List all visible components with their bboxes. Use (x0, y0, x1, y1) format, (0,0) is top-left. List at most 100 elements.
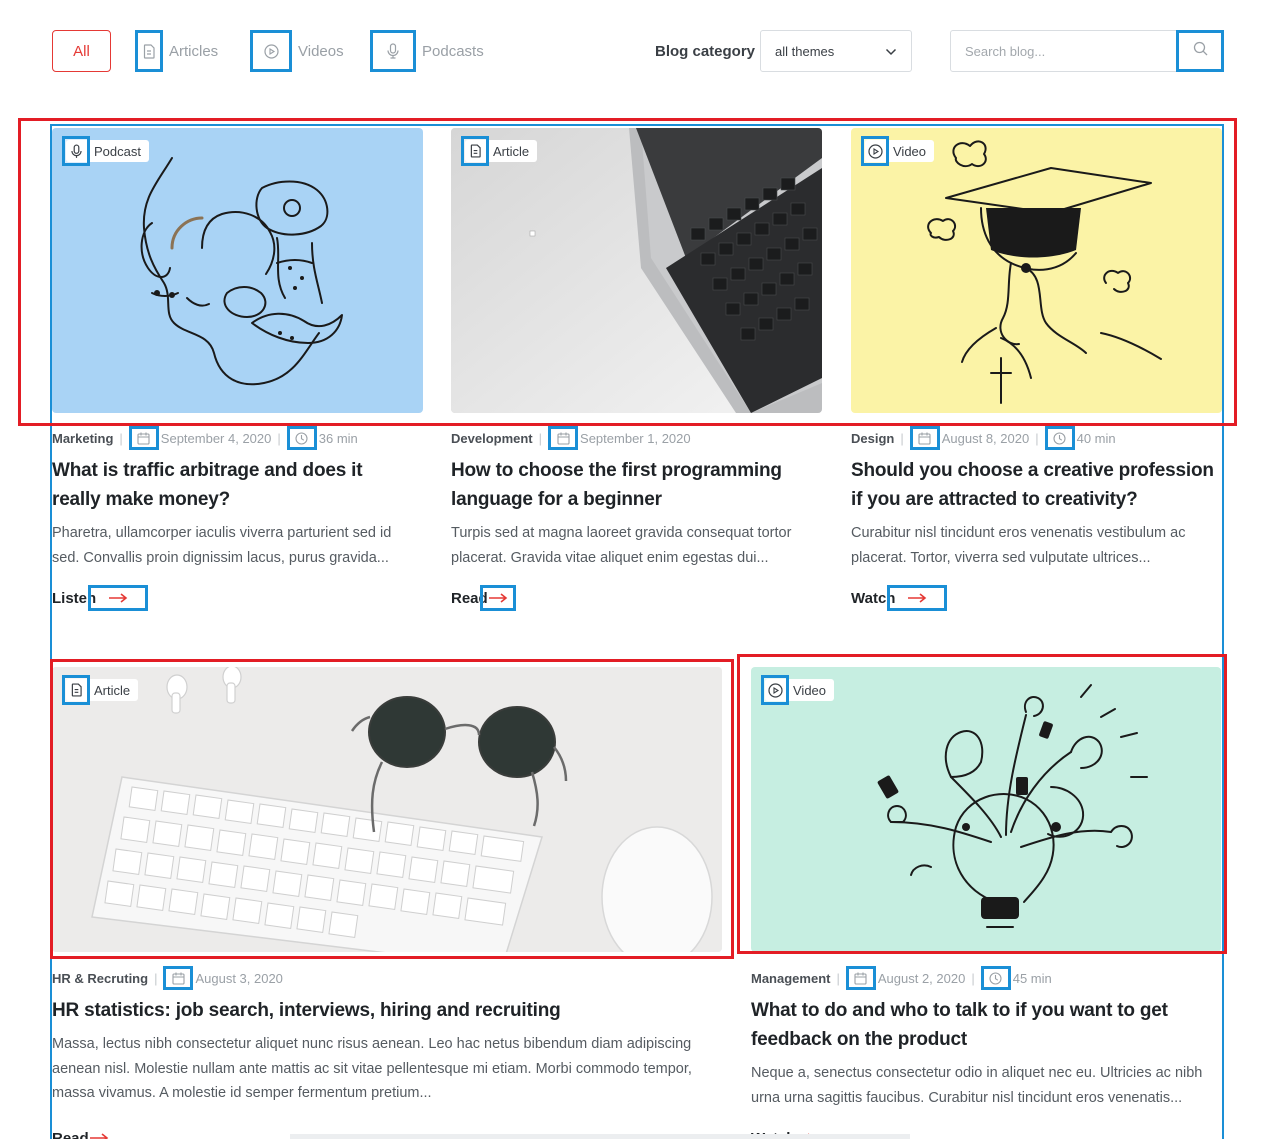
type-badge: Podcast (62, 136, 149, 166)
card-image[interactable]: Video (751, 667, 1221, 952)
search-box (950, 30, 1224, 72)
search-input[interactable] (951, 31, 1175, 71)
lightbulb-line-art (877, 684, 1148, 928)
card-date: August 2, 2020 (877, 970, 966, 986)
card-excerpt: Neque a, senectus consectetur odio in al… (751, 1065, 1203, 1106)
type-badge-label: Article (94, 682, 131, 698)
blog-category-select[interactable]: all themes (760, 30, 912, 72)
blog-card[interactable]: Podcast Marketing | September 4, 2020 | … (52, 128, 424, 628)
card-date: September 1, 2020 (580, 430, 691, 446)
card-meta: Marketing | September 4, 2020 | 36 min (52, 426, 358, 450)
clock-icon (1044, 426, 1075, 450)
card-date: August 3, 2020 (195, 970, 283, 986)
card-image[interactable]: Video (851, 128, 1222, 413)
clock-icon (286, 426, 317, 450)
card-meta: Management | August 2, 2020 | 45 min (751, 966, 1052, 990)
card-date: August 8, 2020 (941, 430, 1030, 446)
card-excerpt: Massa, lectus nibh consectetur aliquet n… (52, 1036, 692, 1101)
card-cta-link[interactable]: Read (451, 585, 516, 611)
card-image[interactable]: Article (451, 128, 822, 413)
card-title[interactable]: Should you choose a creative profession … (851, 456, 1219, 514)
face-line-art (140, 157, 343, 386)
card-cta-link[interactable]: Listen (52, 585, 149, 611)
meta-separator: | (971, 970, 975, 986)
meta-separator: | (538, 430, 543, 446)
type-badge: Article (62, 675, 139, 705)
play-circle-icon (861, 136, 889, 166)
calendar-icon (548, 426, 579, 450)
filter-bar: All Articles Videos Podcasts Blog catego… (52, 30, 1224, 72)
card-cta-link[interactable]: Watch (851, 585, 948, 611)
arrow-right-icon (88, 585, 149, 611)
document-icon (461, 136, 489, 166)
blog-card[interactable]: Video Design | August 8, 2020 | 40 min S… (851, 128, 1223, 628)
blog-card[interactable]: Article HR & Recruting | August 3, 2020 … (52, 667, 724, 1139)
scroll-fade (290, 1134, 910, 1139)
card-excerpt: Curabitur nisl tincidunt eros venenatis … (851, 525, 1186, 566)
card-category[interactable]: HR & Recruting (52, 971, 148, 986)
meta-separator: | (1035, 430, 1039, 446)
card-image[interactable]: Podcast (52, 128, 423, 413)
microphone-icon (62, 136, 90, 166)
type-badge-label: Video (893, 143, 927, 159)
document-icon (62, 675, 90, 705)
card-category[interactable]: Design (851, 431, 894, 446)
filter-podcasts-tab[interactable]: Podcasts (370, 30, 484, 72)
blog-category-value: all themes (775, 43, 835, 59)
type-badge: Video (861, 136, 935, 166)
laptop-photo (451, 128, 822, 413)
arrow-right-icon (887, 585, 948, 611)
card-date: September 4, 2020 (160, 430, 272, 446)
meta-separator: | (277, 430, 281, 446)
meta-separator: | (900, 430, 904, 446)
card-image[interactable]: Article (52, 667, 722, 952)
type-badge-label: Article (493, 143, 530, 159)
blog-category-label: Blog category (655, 42, 756, 60)
type-badge: Article (461, 136, 538, 166)
microphone-icon (370, 30, 416, 72)
card-duration: 45 min (1012, 970, 1052, 986)
card-duration: 36 min (318, 430, 358, 446)
card-category[interactable]: Development (451, 431, 533, 446)
keyboard-photo (52, 667, 722, 952)
type-badge: Video (761, 675, 835, 705)
meta-separator: | (119, 430, 123, 446)
filter-all-button[interactable]: All (52, 30, 111, 72)
search-button[interactable] (1176, 30, 1224, 72)
document-icon (135, 30, 163, 72)
blog-card[interactable]: Video Management | August 2, 2020 | 45 m… (751, 667, 1223, 1139)
card-title[interactable]: HR statistics: job search, interviews, h… (52, 996, 712, 1025)
card-excerpt: Turpis sed at magna laoreet gravida cons… (451, 525, 792, 566)
card-title[interactable]: How to choose the first programming lang… (451, 456, 811, 514)
card-meta: Design | August 8, 2020 | 40 min (851, 426, 1116, 450)
filter-articles-label: Articles (169, 42, 219, 60)
filter-videos-label: Videos (298, 42, 344, 60)
blog-card[interactable]: Article Development | September 1, 2020 … (451, 128, 823, 628)
play-circle-icon (250, 30, 292, 72)
calendar-icon (163, 966, 194, 990)
meta-separator: | (836, 970, 840, 986)
calendar-icon (128, 426, 159, 450)
filter-articles-tab[interactable]: Articles (135, 30, 218, 72)
arrow-right-icon (479, 585, 516, 611)
card-title[interactable]: What is traffic arbitrage and does it re… (52, 456, 412, 514)
card-title[interactable]: What to do and who to talk to if you wan… (751, 996, 1211, 1054)
card-meta: HR & Recruting | August 3, 2020 (52, 966, 283, 990)
filter-videos-tab[interactable]: Videos (250, 30, 344, 72)
filter-podcasts-label: Podcasts (422, 42, 484, 60)
card-category[interactable]: Marketing (52, 431, 113, 446)
card-cta-link[interactable]: Read (52, 1125, 117, 1139)
calendar-icon (909, 426, 940, 450)
card-meta: Development | September 1, 2020 (451, 426, 691, 450)
arrow-right-icon (81, 1125, 117, 1139)
meta-separator: | (154, 970, 158, 986)
card-duration: 40 min (1076, 430, 1116, 446)
card-category[interactable]: Management (751, 971, 830, 986)
search-icon (1193, 41, 1208, 61)
play-circle-icon (761, 675, 789, 705)
chevron-down-icon (885, 44, 897, 59)
type-badge-label: Podcast (94, 143, 141, 159)
card-excerpt: Pharetra, ullamcorper iaculis viverra pa… (52, 525, 392, 566)
clock-icon (980, 966, 1011, 990)
graduate-line-art (927, 140, 1162, 404)
